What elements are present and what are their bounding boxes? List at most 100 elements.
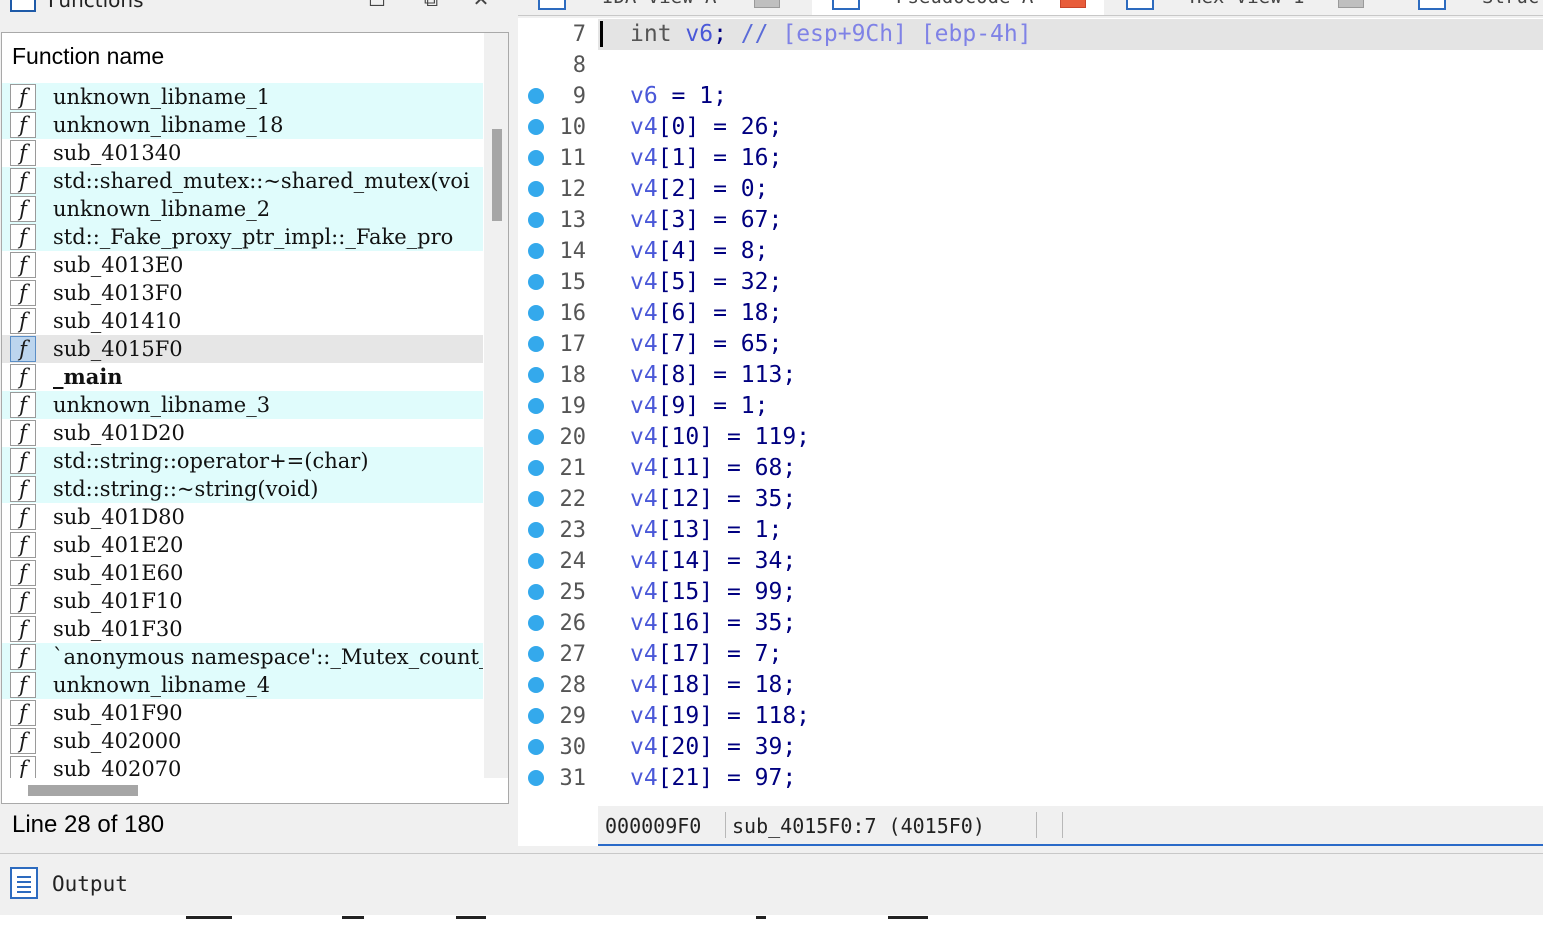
code-line[interactable]: v4[4] = 8; bbox=[630, 236, 768, 267]
breakpoint-marker-icon[interactable] bbox=[528, 429, 544, 445]
line-number: 9 bbox=[572, 84, 586, 109]
function-list-item[interactable]: f sub_401E60 bbox=[2, 559, 483, 587]
code-line[interactable]: v4[13] = 1; bbox=[630, 515, 782, 546]
tab-pseudocode-a[interactable]: Pseudocode-A bbox=[812, 0, 1104, 15]
output-window-bar[interactable]: Output bbox=[0, 853, 1543, 915]
function-icon: f bbox=[10, 728, 36, 754]
tab-hex-view-1[interactable]: Hex View-1 bbox=[1106, 0, 1396, 15]
float-window-icon[interactable]: ⧉ bbox=[420, 0, 442, 10]
code-token: [16] = 35; bbox=[657, 610, 797, 636]
variable-token: v4 bbox=[630, 207, 658, 233]
breakpoint-marker-icon[interactable] bbox=[528, 398, 544, 414]
breakpoint-marker-icon[interactable] bbox=[528, 646, 544, 662]
function-list-item[interactable]: f std::shared_mutex::~shared_mutex(voi bbox=[2, 167, 483, 195]
breakpoint-marker-icon[interactable] bbox=[528, 367, 544, 383]
tab-close-icon[interactable] bbox=[754, 0, 780, 8]
function-list-item[interactable]: f sub_401F10 bbox=[2, 587, 483, 615]
maximize-icon[interactable]: ☐ bbox=[366, 0, 388, 10]
breakpoint-marker-icon[interactable] bbox=[528, 615, 544, 631]
breakpoint-marker-icon[interactable] bbox=[528, 491, 544, 507]
code-line[interactable]: v4[6] = 18; bbox=[630, 298, 782, 329]
function-list-item[interactable]: f sub_401D80 bbox=[2, 503, 483, 531]
code-token: [9] = 1; bbox=[657, 393, 769, 419]
function-name: std::string::operator+=(char) bbox=[53, 449, 369, 473]
code-line[interactable]: v4[10] = 119; bbox=[630, 422, 810, 453]
breakpoint-marker-icon[interactable] bbox=[528, 305, 544, 321]
function-name-column-header[interactable]: Function name bbox=[12, 43, 164, 70]
function-list-item[interactable]: f sub_401E20 bbox=[2, 531, 483, 559]
function-list-item[interactable]: f unknown_libname_2 bbox=[2, 195, 483, 223]
breakpoint-marker-icon[interactable] bbox=[528, 243, 544, 259]
breakpoint-marker-icon[interactable] bbox=[528, 739, 544, 755]
code-token: [12] = 35; bbox=[657, 486, 797, 512]
breakpoint-marker-icon[interactable] bbox=[528, 677, 544, 693]
function-list-item[interactable]: f sub_4013E0 bbox=[2, 251, 483, 279]
code-line[interactable]: v4[16] = 35; bbox=[630, 608, 796, 639]
code-line[interactable]: v4[0] = 26; bbox=[630, 112, 782, 143]
function-list-item[interactable]: f sub_402000 bbox=[2, 727, 483, 755]
code-line[interactable]: v4[11] = 68; bbox=[630, 453, 796, 484]
code-line[interactable]: v4[20] = 39; bbox=[630, 732, 796, 763]
code-line[interactable]: v4[5] = 32; bbox=[630, 267, 782, 298]
function-list-item[interactable]: f sub_401D20 bbox=[2, 419, 483, 447]
code-line[interactable]: v4[17] = 7; bbox=[630, 639, 782, 670]
function-list-item[interactable]: f sub_4013F0 bbox=[2, 279, 483, 307]
functions-vertical-scrollbar[interactable] bbox=[484, 33, 508, 778]
code-line[interactable]: v6 = 1; bbox=[630, 81, 727, 112]
function-list-item[interactable]: f unknown_libname_4 bbox=[2, 671, 483, 699]
code-line[interactable]: v4[9] = 1; bbox=[630, 391, 768, 422]
function-list-item[interactable]: f std::string::operator+=(char) bbox=[2, 447, 483, 475]
breakpoint-marker-icon[interactable] bbox=[528, 460, 544, 476]
code-line[interactable]: v4[19] = 118; bbox=[630, 701, 810, 732]
code-line[interactable]: v4[12] = 35; bbox=[630, 484, 796, 515]
function-list-item[interactable]: f unknown_libname_18 bbox=[2, 111, 483, 139]
code-line[interactable]: int v6; // [esp+9Ch] [ebp-4h] bbox=[630, 19, 1032, 50]
function-list-item[interactable]: f sub_401410 bbox=[2, 307, 483, 335]
tab-close-icon[interactable] bbox=[1338, 0, 1364, 8]
function-list-item[interactable]: f sub_401F30 bbox=[2, 615, 483, 643]
tab-ida-view-a[interactable]: IDA View-A bbox=[518, 0, 812, 15]
line-number: 27 bbox=[559, 642, 587, 667]
function-list-item[interactable]: f unknown_libname_3 bbox=[2, 391, 483, 419]
function-list-item[interactable]: f sub_402070 bbox=[2, 755, 483, 778]
code-line[interactable]: v4[14] = 34; bbox=[630, 546, 796, 577]
function-list-item[interactable]: f std::string::~string(void) bbox=[2, 475, 483, 503]
code-line[interactable]: v4[7] = 65; bbox=[630, 329, 782, 360]
variable-token: v4 bbox=[630, 641, 658, 667]
breakpoint-marker-icon[interactable] bbox=[528, 770, 544, 786]
function-list-item[interactable]: f sub_401340 bbox=[2, 139, 483, 167]
function-list-item[interactable]: f sub_4015F0 bbox=[2, 335, 483, 363]
breakpoint-marker-icon[interactable] bbox=[528, 708, 544, 724]
code-line[interactable]: v4[15] = 99; bbox=[630, 577, 796, 608]
code-line[interactable]: v4[3] = 67; bbox=[630, 205, 782, 236]
tab-close-icon[interactable] bbox=[1060, 0, 1086, 8]
functions-window-title: Functions bbox=[48, 0, 144, 12]
breakpoint-marker-icon[interactable] bbox=[528, 119, 544, 135]
function-list-item[interactable]: f _main bbox=[2, 363, 483, 391]
breakpoint-marker-icon[interactable] bbox=[528, 336, 544, 352]
pseudocode-editor[interactable]: int v6; // [esp+9Ch] [ebp-4h] v6 = 1; v4[0… bbox=[598, 18, 1543, 806]
function-list-item[interactable]: f std::_Fake_proxy_ptr_impl::_Fake_pro bbox=[2, 223, 483, 251]
function-list-item[interactable]: f `anonymous namespace'::_Mutex_count_ bbox=[2, 643, 483, 671]
breakpoint-marker-icon[interactable] bbox=[528, 553, 544, 569]
breakpoint-marker-icon[interactable] bbox=[528, 522, 544, 538]
vertical-scroll-thumb[interactable] bbox=[492, 129, 502, 221]
breakpoint-marker-icon[interactable] bbox=[528, 584, 544, 600]
code-line[interactable]: v4[21] = 97; bbox=[630, 763, 796, 794]
code-line[interactable]: v4[18] = 18; bbox=[630, 670, 796, 701]
function-name: sub_401F10 bbox=[53, 589, 183, 613]
code-line[interactable]: v4[2] = 0; bbox=[630, 174, 768, 205]
tab-structures[interactable]: Structures bbox=[1398, 0, 1543, 15]
function-list-item[interactable]: f unknown_libname_1 bbox=[2, 83, 483, 111]
function-list-item[interactable]: f sub_401F90 bbox=[2, 699, 483, 727]
breakpoint-marker-icon[interactable] bbox=[528, 274, 544, 290]
horizontal-scroll-thumb[interactable] bbox=[28, 785, 138, 796]
functions-horizontal-scrollbar[interactable] bbox=[2, 779, 484, 803]
breakpoint-marker-icon[interactable] bbox=[528, 88, 544, 104]
breakpoint-marker-icon[interactable] bbox=[528, 150, 544, 166]
breakpoint-marker-icon[interactable] bbox=[528, 181, 544, 197]
breakpoint-marker-icon[interactable] bbox=[528, 212, 544, 228]
close-icon[interactable]: ✕ bbox=[470, 0, 492, 10]
code-line[interactable]: v4[8] = 113; bbox=[630, 360, 796, 391]
code-line[interactable]: v4[1] = 16; bbox=[630, 143, 782, 174]
